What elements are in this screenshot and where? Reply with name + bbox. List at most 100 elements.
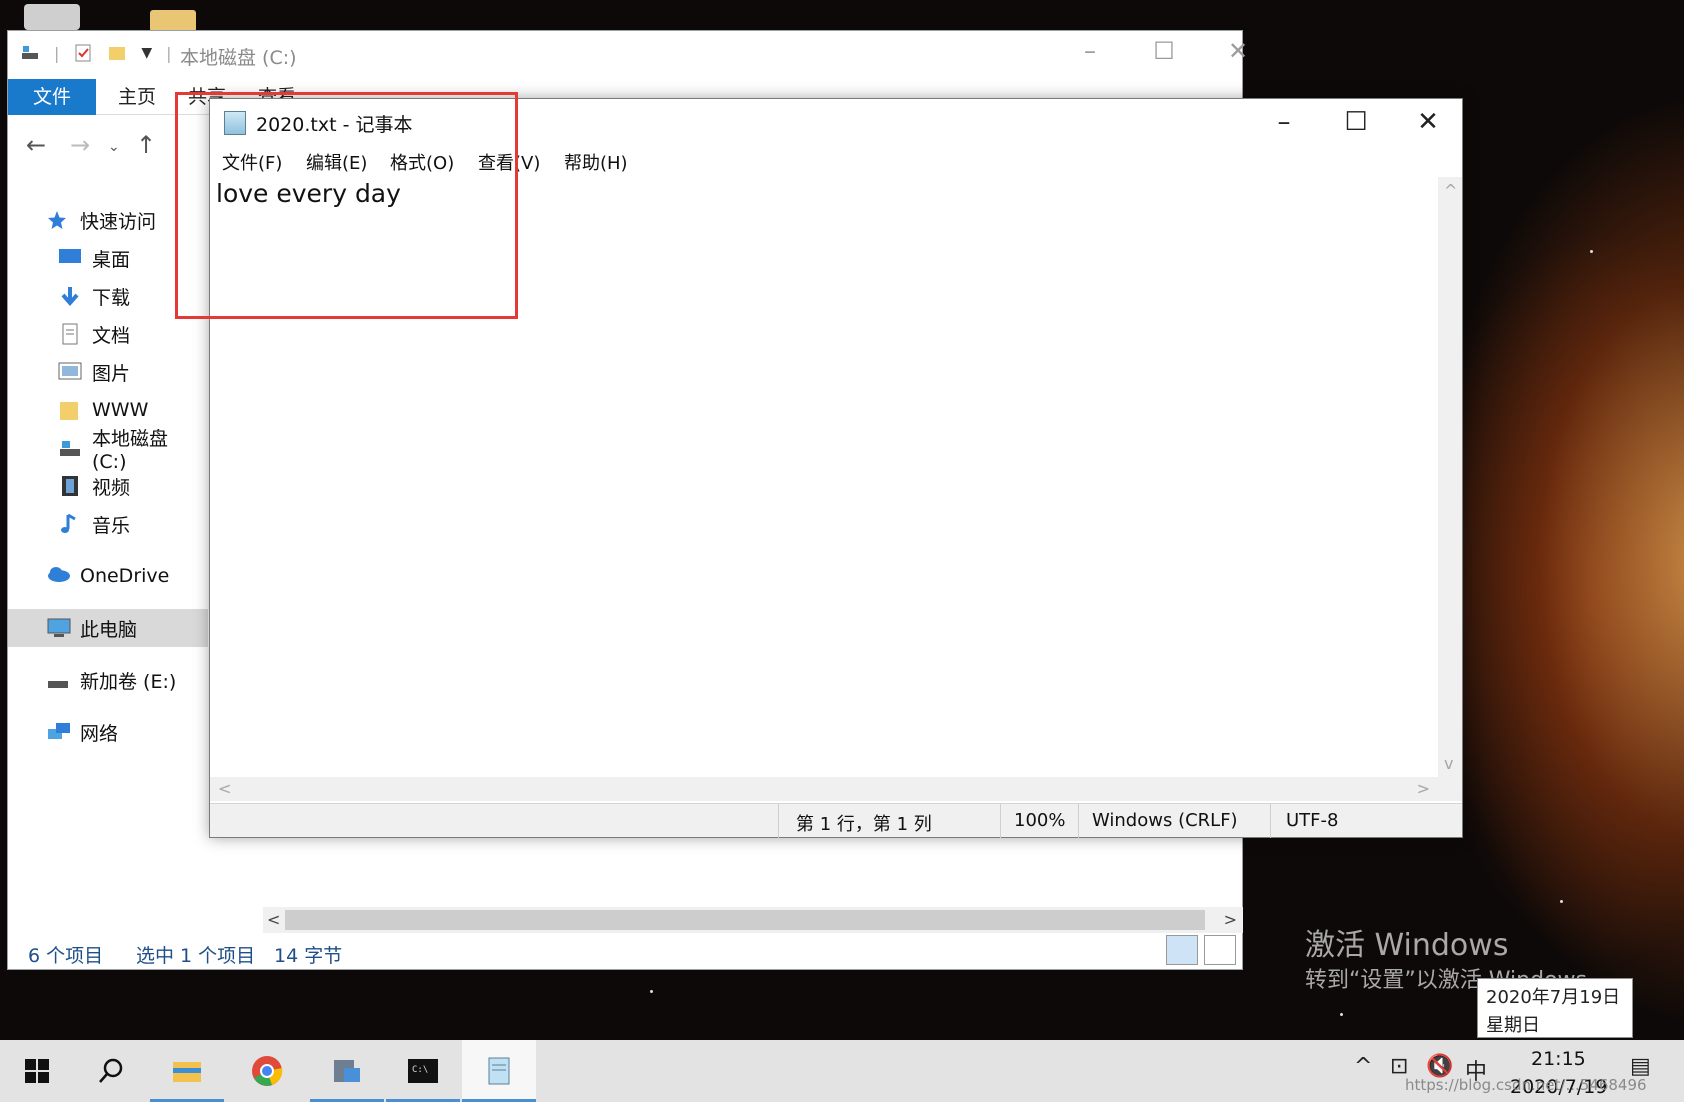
recycle-bin-icon[interactable] [24,4,80,30]
sidebar-item-label: 文档 [92,324,131,347]
line-ending: Windows (CRLF) [1092,810,1238,831]
up-arrow-icon[interactable]: ↑ [136,131,156,159]
quick-access-toolbar: | ▼ | [20,43,172,63]
horizontal-scrollbar[interactable]: < > [210,777,1438,801]
star [1340,1013,1343,1016]
item-count: 6 个项目 [28,945,104,967]
notepad-icon [488,1057,510,1085]
blog-watermark: https://blog.csdn.net/...5468496 [1405,1076,1647,1094]
explorer-title: 本地磁盘 (C:) [180,47,297,69]
scrollbar-corner [1438,777,1462,801]
windows-logo-icon [25,1059,49,1083]
explorer-titlebar: | ▼ | 本地磁盘 (C:) – ☐ ✕ [8,31,1248,79]
taskbar-command-prompt[interactable]: C:\ [386,1040,460,1102]
encoding: UTF-8 [1286,810,1339,831]
scroll-right-icon[interactable]: > [1224,910,1237,929]
close-button[interactable]: ✕ [1392,103,1464,141]
notepad-status-bar: 第 1 行，第 1 列 100% Windows (CRLF) UTF-8 [210,803,1462,838]
horizontal-scrollbar[interactable]: < > [263,907,1243,933]
taskbar-file-explorer[interactable] [150,1040,224,1102]
selected-size: 14 字节 [274,945,343,967]
tooltip-date: 2020年7月19日 [1486,987,1621,1008]
sidebar-item-onedrive[interactable]: OneDrive [8,557,208,595]
large-icons-view-button[interactable] [1204,935,1236,965]
drive-icon [46,669,70,691]
clock-time[interactable]: 21:15 [1531,1048,1586,1070]
maximize-button[interactable]: ☐ [1140,37,1188,65]
explorer-status-bar: 6 个项目 选中 1 个项目 14 字节 [8,935,1242,969]
selected-count: 选中 1 个项目 [136,945,256,967]
sidebar-item-label: 视频 [92,476,131,499]
scroll-left-icon[interactable]: < [218,779,231,798]
sidebar-item-documents[interactable]: 文档 [8,315,208,353]
sidebar-item-this-pc[interactable]: 此电脑 [8,609,208,647]
scroll-up-icon[interactable]: ^ [1444,181,1457,200]
sidebar-item-label: 音乐 [92,514,131,537]
start-button[interactable] [0,1040,74,1102]
minimize-button[interactable]: – [1066,37,1114,65]
folder-icon [173,1062,201,1082]
scrollbar-thumb[interactable] [285,910,1205,930]
forward-arrow-icon[interactable]: → [70,131,90,159]
pictures-icon [58,361,82,383]
properties-icon[interactable] [73,43,93,63]
divider [1000,804,1001,838]
desktop-icon [58,247,82,269]
scroll-down-icon[interactable]: v [1444,754,1453,773]
close-button[interactable]: ✕ [1214,37,1262,65]
sidebar-item-label: 网络 [80,722,119,745]
vertical-scrollbar[interactable]: ^ v [1438,177,1462,777]
sidebar-item-new-volume[interactable]: 新加卷 (E:) [8,661,208,699]
tab-home[interactable]: 主页 [118,79,156,115]
music-icon [58,513,82,535]
sidebar-item-music[interactable]: 音乐 [8,505,208,543]
tab-file[interactable]: 文件 [8,79,96,115]
folder-icon[interactable] [150,10,196,32]
drive-icon [58,437,82,459]
details-view-button[interactable] [1166,935,1198,965]
divider: | [166,43,172,63]
cursor-position: 第 1 行，第 1 列 [796,814,932,835]
zoom-level: 100% [1014,810,1066,831]
scroll-right-icon[interactable]: > [1417,779,1430,798]
sidebar-item-label: 下载 [92,286,131,309]
taskbar-notepad[interactable] [462,1040,536,1102]
activate-windows-title: 激活 Windows [1305,928,1509,963]
divider [778,804,779,838]
scroll-left-icon[interactable]: < [267,910,280,929]
sidebar-item-label: 快速访问 [80,210,157,233]
taskbar-chrome[interactable] [230,1040,304,1102]
sidebar-item-pictures[interactable]: 图片 [8,353,208,391]
show-hidden-icons-chevron-icon[interactable]: ^ [1354,1054,1372,1079]
terminal-icon: C:\ [408,1059,438,1083]
divider [1078,804,1079,838]
sidebar-item-network[interactable]: 网络 [8,713,208,751]
sidebar-item-label: 桌面 [92,248,131,271]
computer-icon [46,617,71,639]
download-icon [58,285,82,307]
drive-icon[interactable] [20,43,40,63]
maximize-button[interactable]: ☐ [1320,103,1392,141]
sidebar-item-label: WWW [92,399,149,421]
back-arrow-icon[interactable]: ← [26,131,46,159]
chevron-down-icon[interactable]: ⌄ [108,139,120,155]
document-icon [58,323,82,345]
cloud-icon [46,565,70,587]
sidebar-item-label: 此电脑 [80,618,138,641]
sidebar-item-local-disk[interactable]: 本地磁盘 (C:) [8,428,208,473]
taskbar-server-manager[interactable] [310,1040,384,1102]
minimize-button[interactable]: – [1248,103,1320,141]
chevron-down-icon[interactable]: ▼ [141,45,152,61]
search-icon [99,1058,123,1083]
menu-help[interactable]: 帮助(H) [564,149,628,175]
star [650,990,653,993]
search-button[interactable] [74,1040,148,1102]
sidebar-item-videos[interactable]: 视频 [8,467,208,505]
star [1560,900,1563,903]
new-folder-icon[interactable] [107,43,127,63]
highlight-annotation-box [175,92,518,319]
network-icon [46,721,70,743]
